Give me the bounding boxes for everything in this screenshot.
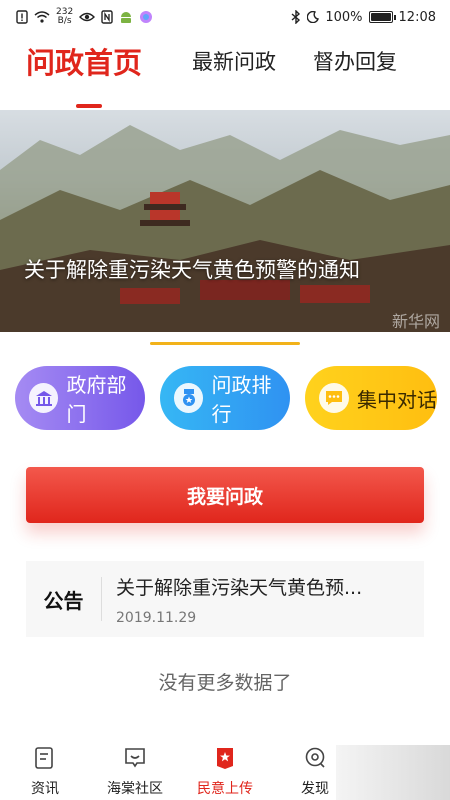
ranking-icon (174, 383, 204, 413)
nav-news[interactable]: 资讯 (0, 746, 90, 798)
battery-percent: 100% (325, 9, 363, 25)
focused-dialogue-button[interactable]: 集中对话 (305, 366, 437, 430)
android-icon (121, 12, 132, 23)
tab-home[interactable]: 问政首页 (26, 40, 142, 82)
battery-fill (370, 13, 391, 21)
status-right: 100% 12:08 (291, 10, 436, 25)
announcement-body: 关于解除重污染天气黄色预... 2019.11.29 (102, 573, 424, 626)
clock: 12:08 (398, 9, 436, 25)
chat-icon (319, 383, 349, 413)
no-more-data-text: 没有更多数据了 (158, 672, 292, 694)
battery-icon (368, 11, 396, 23)
announcement-date: 2019.11.29 (116, 609, 197, 626)
building-icon (29, 383, 59, 413)
alert-icon (16, 10, 28, 24)
ask-question-button[interactable]: 我要问政 (26, 467, 424, 523)
announcement-title: 关于解除重污染天气黄色预... (116, 576, 363, 599)
banner-watermark: 新华网 (391, 312, 440, 331)
nav-community-label: 海棠社区 (107, 781, 163, 797)
nav-community[interactable]: 海棠社区 (90, 746, 180, 798)
focused-dialogue-label: 集中对话 (357, 387, 437, 412)
upload-icon (217, 748, 233, 769)
ranking-label: 问政排行 (211, 373, 272, 426)
discover-icon (305, 747, 325, 768)
status-left: 232 B/s (16, 8, 153, 26)
gov-departments-button[interactable]: 政府部门 (15, 366, 145, 430)
tab-supervision-reply[interactable]: 督办回复 (313, 46, 397, 76)
bluetooth-icon (291, 10, 301, 24)
announcement-tag: 公告 (26, 577, 102, 621)
nav-upload[interactable]: 民意上传 (180, 746, 270, 798)
top-tabs: 问政首页 最新问政 督办回复 (0, 46, 450, 108)
net-speed: 232 B/s (56, 8, 73, 26)
net-speed-unit: B/s (57, 16, 72, 26)
ranking-button[interactable]: 问政排行 (160, 366, 290, 430)
community-icon (125, 748, 145, 768)
gov-departments-label: 政府部门 (66, 373, 127, 426)
eye-icon (79, 12, 96, 22)
status-bar: 232 B/s 100% 12:08 (0, 0, 450, 34)
banner-page-indicator (150, 342, 300, 345)
nav-upload-label: 民意上传 (197, 781, 253, 797)
news-icon (35, 747, 53, 769)
active-tab-indicator (76, 104, 102, 108)
tab-latest[interactable]: 最新问政 (192, 46, 276, 76)
nav-overlay (336, 745, 450, 800)
app-icon (140, 11, 153, 23)
nav-news-label: 资讯 (31, 781, 59, 797)
banner[interactable]: 关于解除重污染天气黄色预警的通知 新华网 (0, 110, 450, 332)
nfc-icon (101, 10, 113, 24)
banner-title: 关于解除重污染天气黄色预警的通知 (24, 258, 360, 282)
banner-image (0, 125, 450, 332)
wifi-icon (34, 11, 50, 23)
announcement-item[interactable]: 公告 关于解除重污染天气黄色预... 2019.11.29 (26, 561, 424, 637)
moon-icon (307, 11, 320, 23)
